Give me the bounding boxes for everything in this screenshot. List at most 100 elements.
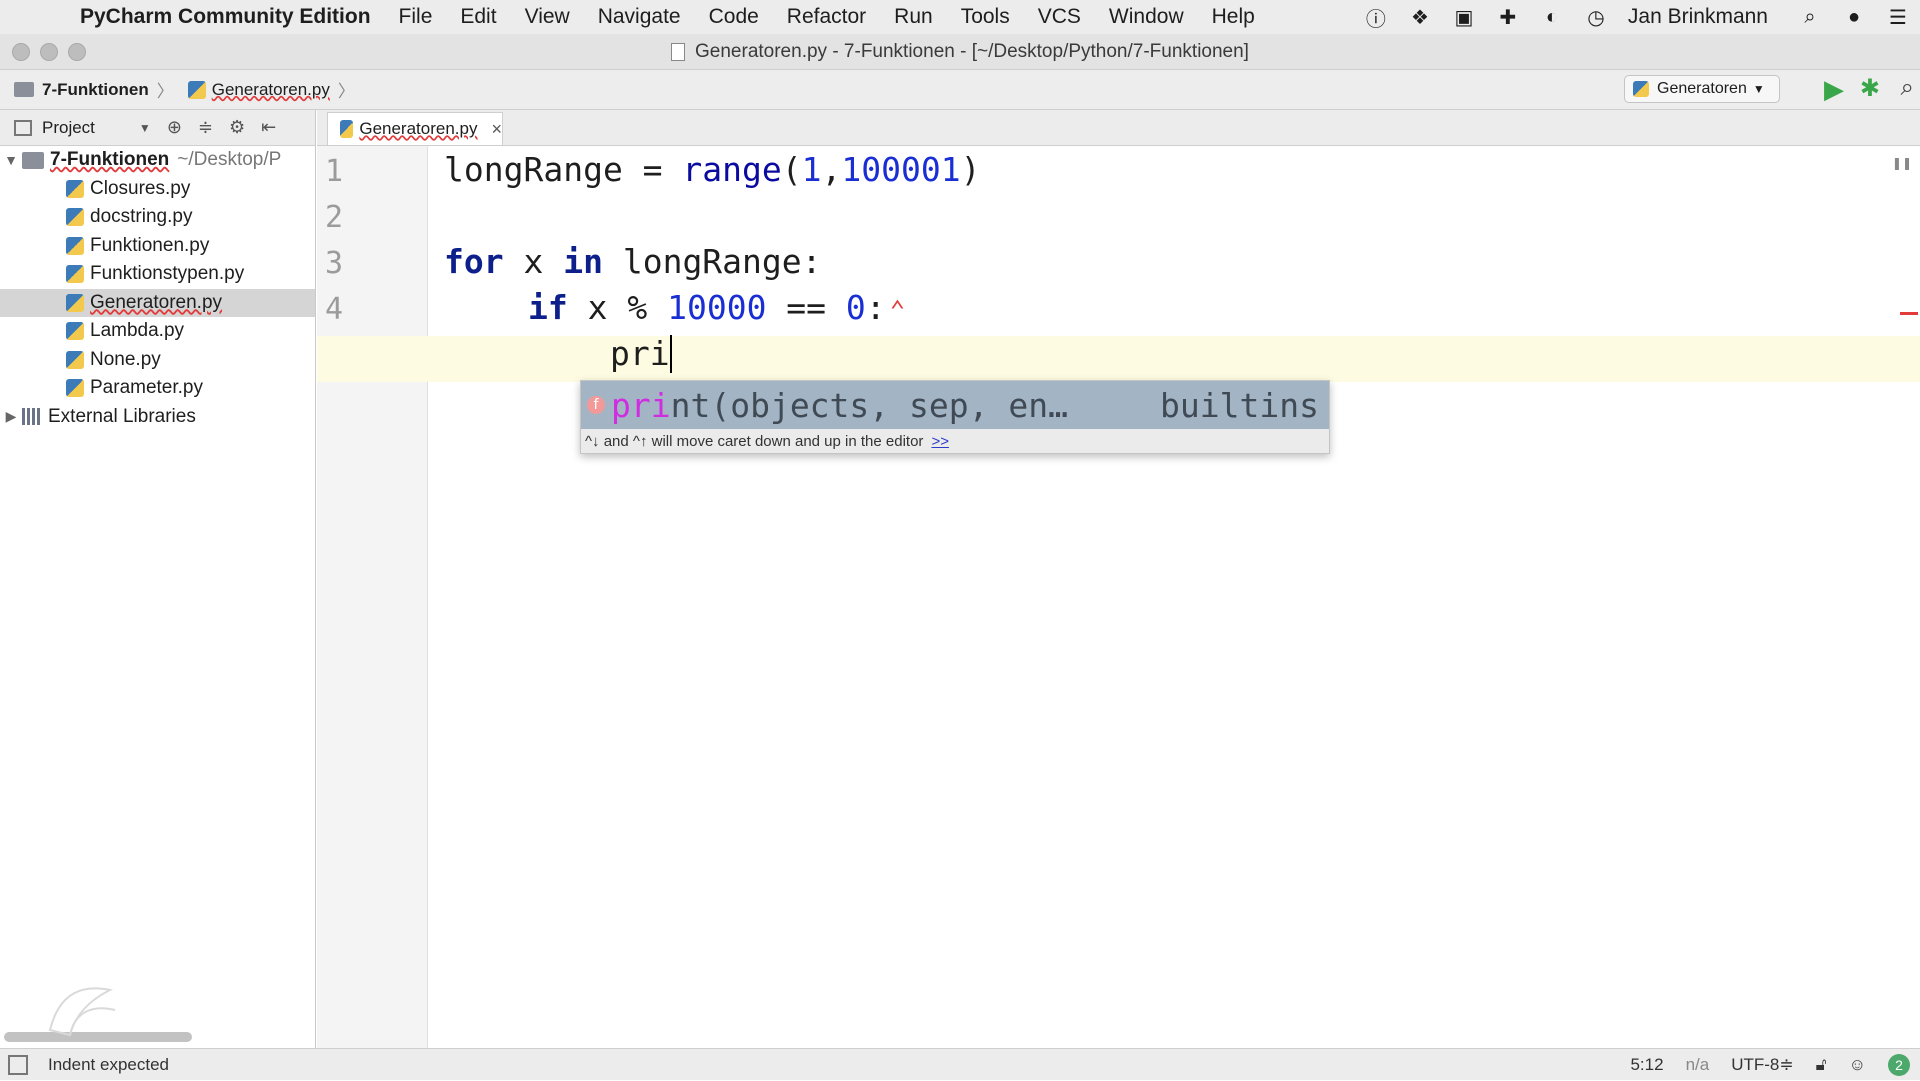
siri-icon[interactable]: ● <box>1832 6 1876 29</box>
python-file-icon <box>66 350 84 369</box>
line-number: 1 <box>325 154 344 189</box>
tab-generatoren[interactable]: Generatoren.py × <box>327 112 503 145</box>
python-file-icon <box>187 80 206 99</box>
tree-file-item[interactable]: Lambda.py <box>0 317 315 346</box>
menu-vcs[interactable]: VCS <box>1038 5 1081 29</box>
tree-file-label: Funktionen.py <box>90 234 210 256</box>
code-editor[interactable]: longRange = range(1,100001) for x in lon… <box>317 146 1920 1048</box>
menu-refactor[interactable]: Refactor <box>787 5 866 29</box>
event-log-badge[interactable]: 2 <box>1888 1054 1910 1076</box>
pause-icon[interactable]: ❚❚ <box>1892 156 1912 170</box>
code-token: ) <box>960 150 981 189</box>
user-name[interactable]: Jan Brinkmann <box>1628 5 1768 29</box>
password-manager-icon[interactable]: ⓘ <box>1354 3 1398 32</box>
browser-app-icon[interactable]: ◐ <box>1530 6 1574 29</box>
run-icon[interactable]: ▶ <box>1824 74 1844 105</box>
code-token: 100001 <box>841 150 961 189</box>
menu-edit[interactable]: Edit <box>460 5 496 29</box>
breadcrumb-file[interactable]: Generatoren.py 〉 <box>187 77 355 102</box>
tool-windows-toggle-icon[interactable] <box>8 1054 28 1075</box>
zoom-window-button[interactable] <box>68 43 86 61</box>
menu-view[interactable]: View <box>525 5 570 29</box>
tree-file-label: Closures.py <box>90 177 191 199</box>
collapsed-arrow-icon[interactable]: ▶ <box>0 408 22 425</box>
breadcrumb-project-label: 7-Funktionen <box>42 79 149 99</box>
root-folder-name: 7-Funktionen <box>50 149 170 171</box>
tree-file-item[interactable]: Parameter.py <box>0 374 315 403</box>
completion-hint-link[interactable]: >> <box>931 433 949 450</box>
tree-file-item[interactable]: Closures.py <box>0 175 315 204</box>
menu-tools[interactable]: Tools <box>961 5 1010 29</box>
tree-file-item[interactable]: Funktionen.py <box>0 232 315 261</box>
code-token: 0 <box>845 288 866 327</box>
menu-code[interactable]: Code <box>709 5 759 29</box>
python-file-icon <box>340 120 354 138</box>
tree-root-folder[interactable]: ▼ 7-Funktionen ~/Desktop/P <box>0 146 315 175</box>
spotlight-search-icon[interactable]: ⌕ <box>1788 6 1832 29</box>
close-tab-icon[interactable]: × <box>491 119 502 140</box>
run-configuration-dropdown[interactable]: Generatoren ▼ <box>1624 75 1780 103</box>
file-encoding[interactable]: UTF-8≑ <box>1731 1055 1793 1075</box>
error-squiggle-icon: ⌃ <box>889 296 906 326</box>
dropbox-icon[interactable]: ❖ <box>1398 5 1442 30</box>
python-file-icon <box>66 179 84 198</box>
settings-gear-icon[interactable]: ⚙ <box>229 117 245 138</box>
tree-file-item[interactable]: Funktionstypen.py <box>0 260 315 289</box>
expanded-arrow-icon[interactable]: ▼ <box>0 152 22 168</box>
tree-file-label: Parameter.py <box>90 377 203 399</box>
inspector-icon[interactable]: ☺ <box>1849 1055 1866 1075</box>
code-token: x <box>503 242 564 281</box>
external-libraries-label: External Libraries <box>48 405 196 427</box>
python-file-icon <box>66 293 84 312</box>
breadcrumb-project[interactable]: 7-Funktionen 〉 <box>14 77 174 102</box>
caret-position[interactable]: 5:12 <box>1630 1055 1663 1075</box>
minimize-window-button[interactable] <box>40 43 58 61</box>
code-token: , <box>821 150 842 189</box>
tree-file-item[interactable]: None.py <box>0 346 315 375</box>
code-token: : <box>865 288 886 327</box>
lock-icon[interactable]: 🔓︎ <box>1816 1055 1827 1075</box>
scroll-from-source-icon[interactable]: ⊕ <box>167 117 182 138</box>
code-completion-popup: f pri nt(objects, sep, en… builtins ^↓ an… <box>580 380 1330 454</box>
plus-app-icon[interactable]: ✚ <box>1486 5 1530 30</box>
tree-file-item-selected[interactable]: Generatoren.py <box>0 288 315 317</box>
error-stripe-marker[interactable] <box>1900 312 1918 315</box>
run-configuration-label: Generatoren <box>1657 80 1747 97</box>
function-icon: f <box>587 396 605 414</box>
window-title: Generatoren.py - 7-Funktionen - [~/Deskt… <box>695 40 1249 62</box>
caret-line-highlight <box>317 336 1920 382</box>
menu-help[interactable]: Help <box>1212 5 1255 29</box>
completion-item-print[interactable]: f pri nt(objects, sep, en… builtins <box>581 381 1329 429</box>
time-machine-icon[interactable]: ◷ <box>1574 5 1618 30</box>
menu-run[interactable]: Run <box>894 5 933 29</box>
code-token: in <box>563 242 603 281</box>
folder-icon <box>14 82 34 97</box>
code-token: ( <box>781 150 802 189</box>
tab-label: Generatoren.py <box>359 119 478 138</box>
document-icon <box>671 42 686 61</box>
project-view-selector[interactable]: Project <box>42 118 95 138</box>
search-everywhere-icon[interactable]: ⌕ <box>1901 74 1914 102</box>
debug-icon[interactable]: ✱ <box>1860 74 1880 103</box>
python-file-icon <box>66 236 84 255</box>
hide-panel-icon[interactable]: ⇤ <box>261 117 276 138</box>
menu-window[interactable]: Window <box>1109 5 1184 29</box>
code-line-4: if x % 10000 == 0: ⌃ <box>528 288 905 327</box>
code-token: x % <box>567 288 668 327</box>
menu-file[interactable]: File <box>399 5 433 29</box>
python-file-icon <box>66 322 84 341</box>
tree-external-libraries[interactable]: ▶ External Libraries <box>0 403 315 432</box>
close-window-button[interactable] <box>12 43 30 61</box>
screen-recorder-icon[interactable]: ▣ <box>1442 5 1486 30</box>
line-separator-indicator[interactable]: n/a <box>1686 1055 1710 1075</box>
app-name-menu[interactable]: PyCharm Community Edition <box>80 5 371 29</box>
python-file-icon <box>66 265 84 284</box>
tree-file-item[interactable]: docstring.py <box>0 203 315 232</box>
notification-center-icon[interactable]: ☰ <box>1876 5 1920 30</box>
project-toolbar: Project ▼ ⊕ ≑ ⚙ ⇤ <box>0 110 315 146</box>
python-file-icon <box>66 208 84 227</box>
collapse-all-icon[interactable]: ≑ <box>198 117 213 138</box>
chevron-down-icon[interactable]: ▼ <box>139 121 151 135</box>
window-titlebar: Generatoren.py - 7-Funktionen - [~/Deskt… <box>0 34 1920 70</box>
menu-navigate[interactable]: Navigate <box>598 5 681 29</box>
